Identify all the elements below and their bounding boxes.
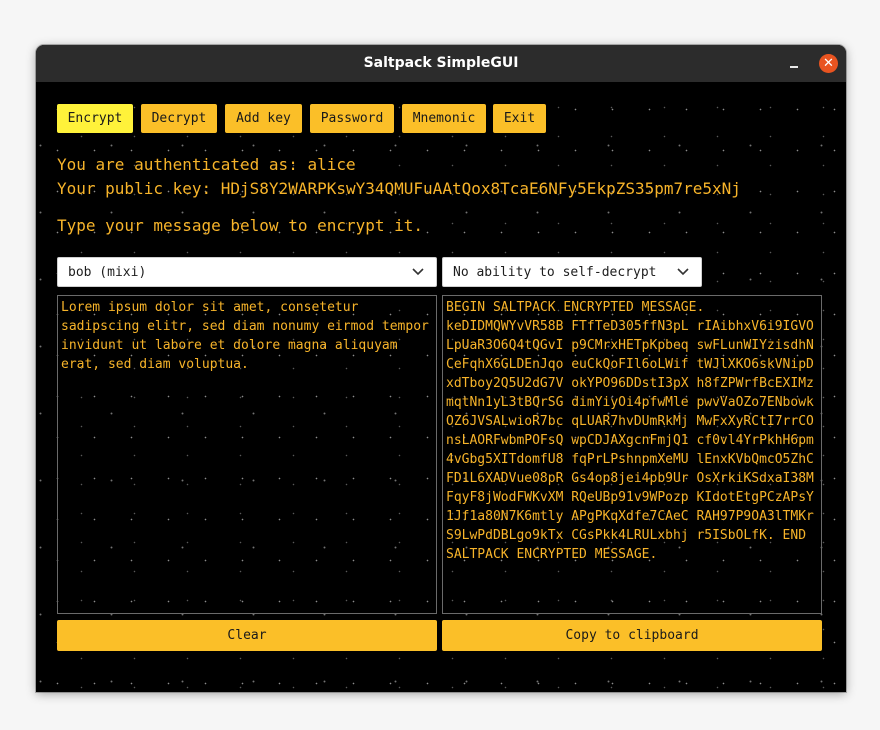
title-bar[interactable]: Saltpack SimpleGUI ✕ [36, 45, 846, 83]
instruction-text: Type your message below to encrypt it. [57, 216, 424, 235]
chevron-down-icon [677, 268, 689, 276]
add-key-button[interactable]: Add key [225, 104, 302, 133]
mnemonic-button[interactable]: Mnemonic [402, 104, 486, 133]
recipient-select[interactable]: bob (mixi) [57, 257, 437, 287]
encrypt-button[interactable]: Encrypt [57, 104, 133, 133]
main-content: Encrypt Decrypt Add key Password Mnemoni… [36, 82, 846, 692]
close-window-button[interactable]: ✕ [819, 54, 838, 73]
clear-button[interactable]: Clear [57, 620, 437, 651]
self-decrypt-select-value: No ability to self-decrypt [453, 265, 657, 280]
message-input[interactable]: Lorem ipsum dolor sit amet, consetetur s… [57, 295, 437, 614]
encrypted-output[interactable]: BEGIN SALTPACK ENCRYPTED MESSAGE. keDIDM… [442, 295, 822, 614]
recipient-select-value: bob (mixi) [68, 265, 147, 280]
public-key-line: Your public key: HDjS8Y2WARPKswY34QMUFuA… [57, 179, 741, 198]
exit-button[interactable]: Exit [493, 104, 546, 133]
chevron-down-icon [412, 268, 424, 276]
minimize-button[interactable] [786, 55, 802, 71]
decrypt-button[interactable]: Decrypt [141, 104, 217, 133]
self-decrypt-select[interactable]: No ability to self-decrypt [442, 257, 702, 287]
password-button[interactable]: Password [310, 104, 394, 133]
auth-status: You are authenticated as: alice [57, 155, 356, 174]
copy-to-clipboard-button[interactable]: Copy to clipboard [442, 620, 822, 651]
app-window: Saltpack SimpleGUI ✕ Encrypt Decrypt Add… [36, 45, 846, 692]
window-title: Saltpack SimpleGUI [363, 55, 519, 71]
